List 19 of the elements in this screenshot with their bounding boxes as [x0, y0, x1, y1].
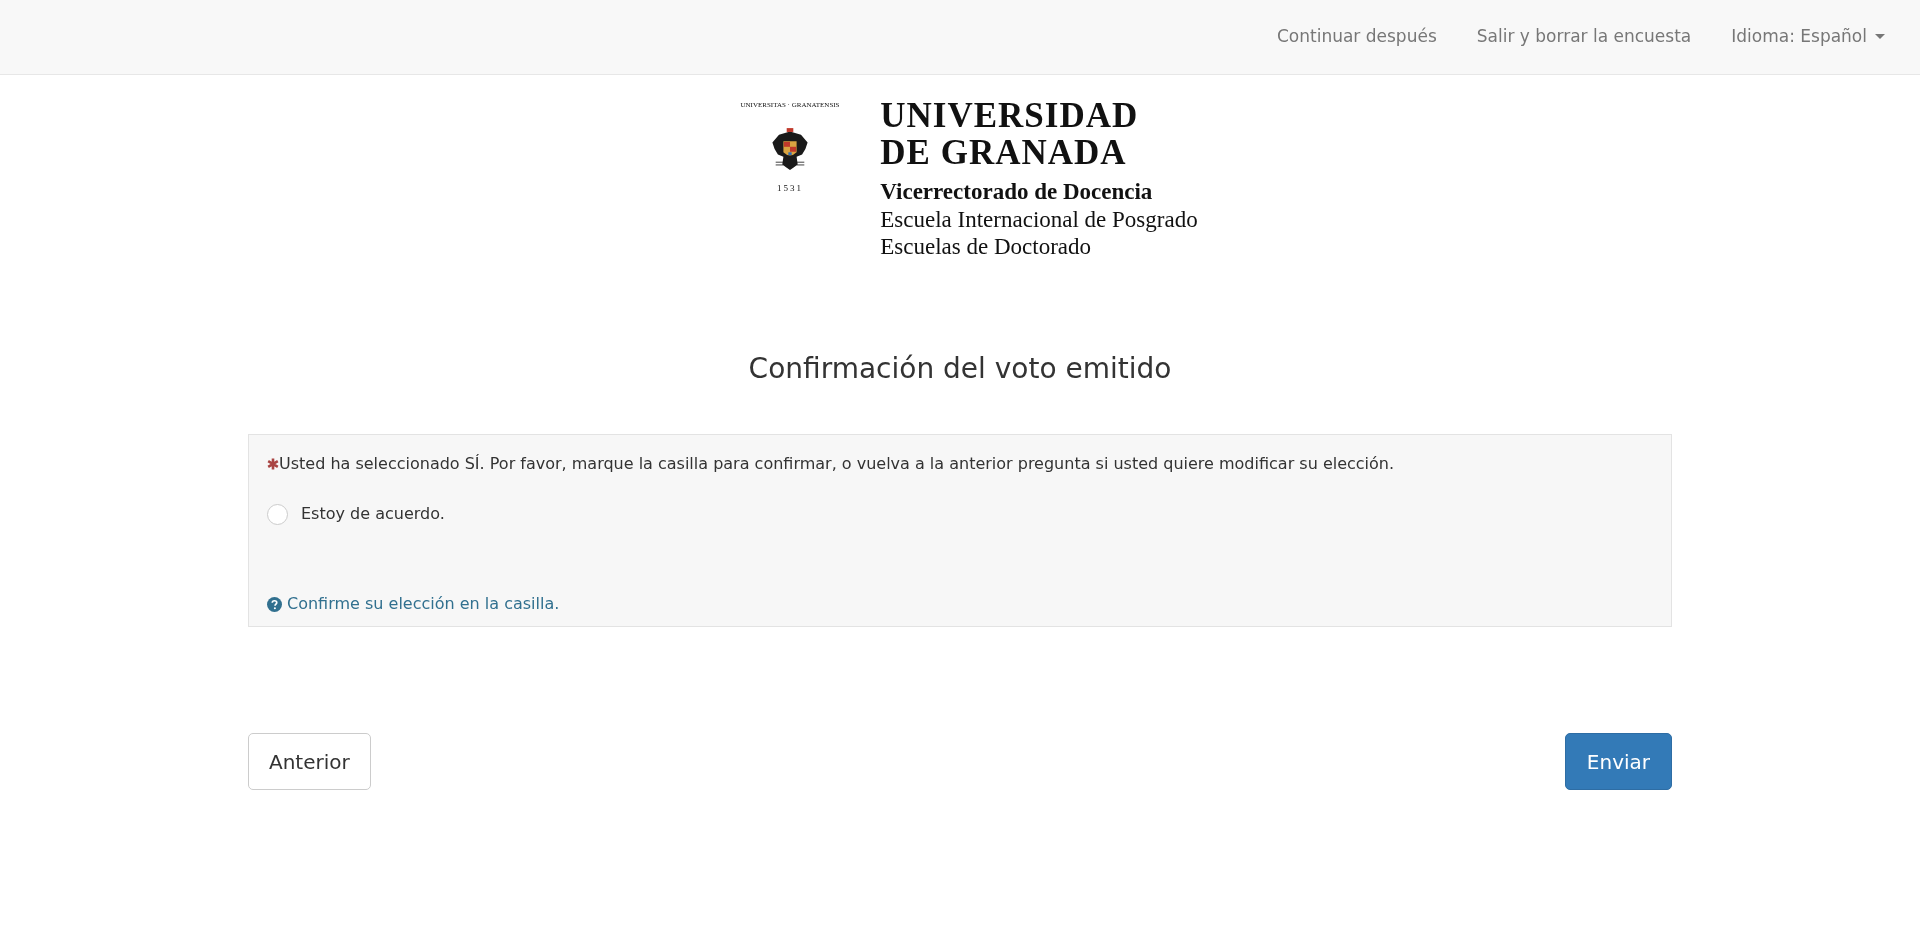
university-name: UNIVERSIDAD — [880, 98, 1140, 134]
seal-year: 1531 — [777, 183, 804, 193]
page-title: Confirmación del voto emitido — [748, 351, 1172, 387]
option-label[interactable]: Estoy de acuerdo. — [301, 502, 445, 526]
submit-button[interactable]: Enviar — [1564, 733, 1672, 790]
eagle-crest-drawing — [772, 128, 808, 170]
unit-name: Vicerrectorado de Docencia — [880, 178, 1154, 206]
help-icon — [267, 596, 282, 612]
university-name: DE GRANADA — [880, 134, 1128, 172]
radio-button[interactable] — [267, 503, 288, 525]
help-text: Confirme su elección en la casilla. — [287, 593, 560, 615]
school-name: Escuelas de Doctorado — [880, 233, 1093, 260]
nav-link[interactable]: Salir y borrar la encuesta — [1461, 14, 1707, 60]
language-dropdown[interactable]: Idioma: Español — [1716, 14, 1900, 60]
school-name: Escuela Internacional de Posgrado — [880, 206, 1198, 233]
question-text: Usted ha seleccionado SÍ. Por favor, marque la casilla para confirmar, o vuelva a la anterior pregunta si usted quiere modificar su elección. — [279, 453, 1395, 475]
nav-link[interactable]: Continuar después — [1261, 14, 1452, 60]
back-button[interactable]: Anterior — [248, 733, 371, 790]
caret-icon — [1875, 34, 1885, 40]
